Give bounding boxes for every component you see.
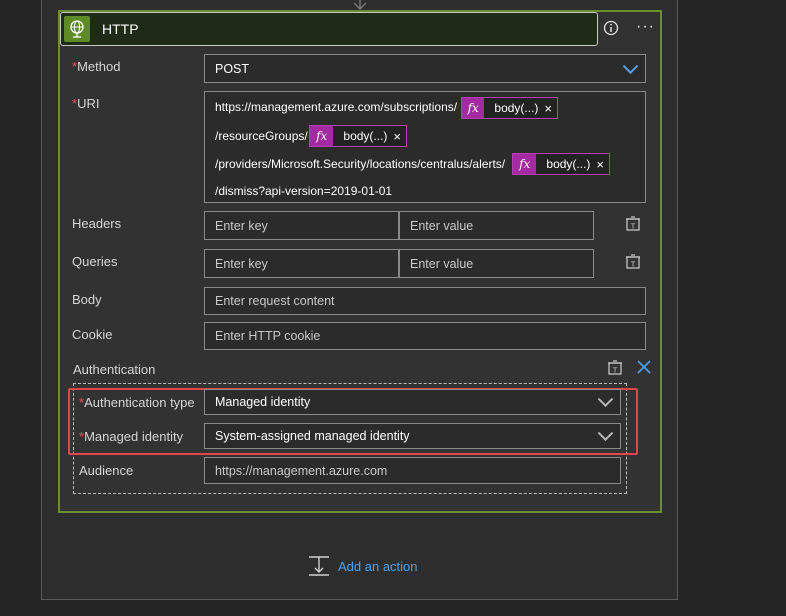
svg-text:T: T: [630, 261, 636, 269]
authentication-type-value: Managed identity: [215, 395, 311, 409]
connector-arrow-icon: [353, 0, 367, 10]
expression-token[interactable]: fx body(...) ×: [512, 153, 610, 175]
uri-line-3: /providers/Microsoft.Security/locations/…: [215, 157, 506, 171]
chevron-down-icon: [597, 391, 614, 408]
token-label: body(...): [546, 157, 591, 171]
expression-token[interactable]: fx body(...) ×: [461, 97, 558, 119]
svg-text:T: T: [612, 367, 618, 375]
authentication-type-label: *Authentication type: [79, 395, 195, 410]
add-action-label: Add an action: [338, 558, 418, 574]
add-action-button[interactable]: Add an action: [308, 555, 418, 577]
close-icon[interactable]: [636, 359, 652, 375]
method-value: POST: [215, 61, 250, 76]
switch-to-text-mode-icon[interactable]: T: [625, 216, 641, 232]
header-value-input[interactable]: Enter value: [399, 211, 594, 240]
audience-input[interactable]: https://management.azure.com: [204, 457, 621, 484]
method-select[interactable]: POST: [204, 54, 646, 83]
header-key-input[interactable]: Enter key: [204, 211, 399, 240]
body-label: Body: [72, 292, 102, 307]
authentication-label: Authentication: [73, 362, 156, 377]
managed-identity-label: *Managed identity: [79, 429, 184, 444]
audience-label: Audience: [79, 463, 134, 478]
managed-identity-select[interactable]: System-assigned managed identity: [204, 423, 621, 449]
cookie-label: Cookie: [72, 327, 113, 342]
remove-token-icon[interactable]: ×: [544, 101, 557, 116]
uri-line-1: https://management.azure.com/subscriptio…: [215, 100, 458, 114]
authentication-type-select[interactable]: Managed identity: [204, 389, 621, 415]
uri-label: *URI: [72, 96, 100, 111]
method-label: *Method: [72, 59, 121, 74]
queries-label: Queries: [72, 254, 118, 269]
fx-icon: fx: [513, 154, 537, 174]
switch-to-text-mode-icon[interactable]: T: [625, 254, 641, 270]
token-label: body(...): [343, 129, 388, 143]
remove-token-icon[interactable]: ×: [596, 157, 609, 172]
token-label: body(...): [494, 101, 539, 115]
expression-token[interactable]: fx body(...) ×: [309, 125, 407, 147]
info-icon[interactable]: [603, 20, 619, 36]
fx-icon: fx: [310, 126, 334, 146]
add-action-icon: [309, 556, 329, 576]
query-value-input[interactable]: Enter value: [399, 249, 594, 278]
query-key-input[interactable]: Enter key: [204, 249, 399, 278]
body-input[interactable]: Enter request content: [204, 287, 646, 315]
delete-parameter-icon[interactable]: T: [607, 360, 623, 376]
more-options-icon[interactable]: ···: [636, 18, 655, 36]
globe-icon: [64, 16, 90, 42]
uri-line-2: /resourceGroups/: [215, 129, 308, 143]
cookie-input[interactable]: Enter HTTP cookie: [204, 322, 646, 350]
uri-input[interactable]: https://management.azure.com/subscriptio…: [204, 91, 646, 203]
remove-token-icon[interactable]: ×: [393, 129, 406, 144]
svg-text:T: T: [630, 223, 636, 231]
fx-icon: fx: [462, 98, 485, 118]
chevron-down-icon: [622, 57, 639, 74]
card-header[interactable]: HTTP: [60, 12, 598, 46]
headers-label: Headers: [72, 216, 122, 231]
chevron-down-icon: [597, 425, 614, 442]
managed-identity-value: System-assigned managed identity: [215, 429, 410, 443]
card-title: HTTP: [102, 21, 139, 37]
uri-line-4: /dismiss?api-version=2019-01-01: [215, 184, 393, 198]
